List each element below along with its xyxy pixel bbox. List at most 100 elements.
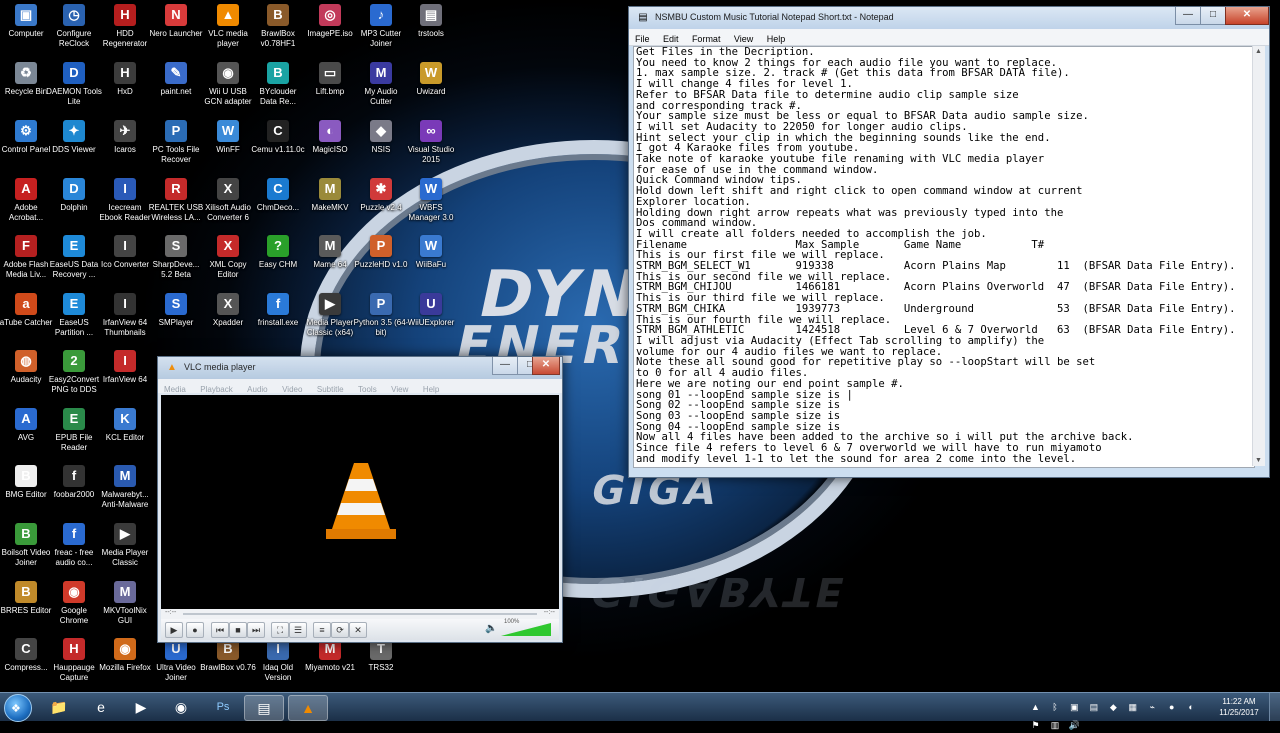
tray-monitor-icon[interactable]: ▤	[1088, 701, 1099, 713]
vlc-window[interactable]: ▲ VLC media player — □ ✕ Media Playback …	[157, 356, 563, 643]
desktop-shortcut[interactable]: S SharpDeve... 5.2 Beta	[148, 231, 204, 287]
network-icon[interactable]: ▥	[1049, 719, 1060, 731]
desktop-shortcut[interactable]: D DAEMON Tools Lite	[46, 58, 102, 114]
desktop-shortcut[interactable]: ✦ DDS Viewer	[46, 116, 102, 172]
desktop-shortcut[interactable]: M Mame 64	[302, 231, 358, 287]
notepad-menu-file[interactable]: File	[635, 31, 650, 47]
loop-icon[interactable]: ⟳	[331, 622, 349, 638]
vlc-titlebar[interactable]: ▲ VLC media player — □ ✕	[158, 357, 562, 379]
desktop-shortcut[interactable]: ◉ Wii U USB GCN adapter	[200, 58, 256, 114]
desktop-shortcut[interactable]: f foobar2000	[46, 461, 102, 517]
record-icon[interactable]: ●	[186, 622, 204, 638]
notepad-vertical-scrollbar[interactable]: ▲ ▼	[1252, 46, 1265, 466]
desktop-shortcut[interactable]: E EPUB File Reader	[46, 404, 102, 460]
vlc-video-area[interactable]	[161, 395, 559, 609]
start-button[interactable]: ❖	[4, 694, 32, 722]
action-center-flag-icon[interactable]: ⚑	[1030, 719, 1041, 731]
explorer-taskbar-icon[interactable]: 📁	[40, 695, 78, 719]
desktop-shortcut[interactable]: I Icecream Ebook Reader	[97, 174, 153, 230]
playlist-icon[interactable]: ≡	[313, 622, 331, 638]
desktop-shortcut[interactable]: C ChmDeco...	[250, 174, 306, 230]
desktop-shortcut[interactable]: P PC Tools File Recover	[148, 116, 204, 172]
notepad-text-content[interactable]: Get Files in the Decription. You need to …	[634, 47, 1254, 464]
vlc-minimize-button[interactable]: —	[492, 357, 518, 375]
desktop-shortcut[interactable]: W Uwizard	[403, 58, 459, 114]
desktop-shortcut[interactable]: X Xpadder	[200, 289, 256, 345]
desktop-shortcut[interactable]: ▶ Media Player Classic	[97, 519, 153, 575]
desktop-shortcut[interactable]: ▭ Lift.bmp	[302, 58, 358, 114]
notepad-menu-help[interactable]: Help	[767, 31, 786, 47]
vlc-seek-track[interactable]	[183, 613, 537, 615]
next-icon[interactable]: ⏭	[247, 622, 265, 638]
show-desktop-button[interactable]	[1269, 693, 1280, 721]
tray-app3-icon[interactable]: ◐	[1186, 701, 1197, 713]
vlc-taskbar-icon[interactable]: ▲	[288, 695, 328, 721]
desktop-shortcut[interactable]: M MKVToolNix GUI	[97, 577, 153, 633]
notepad-titlebar[interactable]: ▤ NSMBU Custom Music Tutorial Notepad Sh…	[629, 7, 1269, 29]
desktop-shortcut[interactable]: P Python 3.5 (64-bit)	[353, 289, 409, 345]
desktop-shortcut[interactable]: M MakeMKV	[302, 174, 358, 230]
desktop-shortcut[interactable]: ▲ VLC media player	[200, 0, 256, 56]
notepad-window[interactable]: ▤ NSMBU Custom Music Tutorial Notepad Sh…	[628, 6, 1270, 478]
desktop-shortcut[interactable]: ◷ Configure ReClock	[46, 0, 102, 56]
notepad-taskbar-icon[interactable]: ▤	[244, 695, 284, 721]
desktop-shortcut[interactable]: N Nero Launcher	[148, 0, 204, 56]
shuffle-icon[interactable]: ✕	[349, 622, 367, 638]
vlc-close-button[interactable]: ✕	[532, 357, 560, 375]
desktop-shortcut[interactable]: ▶ Media Player Classic (x64)	[302, 289, 358, 345]
tray-app-icon[interactable]: ▣	[1069, 701, 1080, 713]
desktop-shortcut[interactable]: U WiiUExplorer	[403, 289, 459, 345]
desktop-shortcut[interactable]: ◉ Mozilla Firefox	[97, 634, 153, 690]
desktop-shortcut[interactable]: 2 Easy2Convert PNG to DDS	[46, 346, 102, 402]
tray-expand-icon[interactable]: ▲	[1030, 701, 1041, 713]
desktop-shortcut[interactable]: X Xilisoft Audio Converter 6	[200, 174, 256, 230]
notepad-menu-view[interactable]: View	[734, 31, 753, 47]
media-taskbar-icon[interactable]: ▶	[122, 695, 160, 719]
desktop-shortcut[interactable]: ✈ Icaros	[97, 116, 153, 172]
desktop-shortcut[interactable]: W WiiBaFu	[403, 231, 459, 287]
chrome-taskbar-icon[interactable]: ◉	[162, 695, 200, 719]
tray-app2-icon[interactable]: ●	[1166, 701, 1177, 713]
extended-settings-icon[interactable]: ☰	[289, 622, 307, 638]
previous-icon[interactable]: ⏮	[211, 622, 229, 638]
desktop-shortcut[interactable]: B BrawlBox v0.78HF1	[250, 0, 306, 56]
desktop-shortcut[interactable]: B BYclouder Data Re...	[250, 58, 306, 114]
desktop-shortcut[interactable]: M My Audio Cutter	[353, 58, 409, 114]
notepad-menu-edit[interactable]: Edit	[663, 31, 679, 47]
notepad-minimize-button[interactable]: —	[1175, 7, 1201, 25]
volume-icon[interactable]: 🔊	[1069, 719, 1080, 731]
notepad-close-button[interactable]: ✕	[1225, 7, 1269, 25]
play-icon[interactable]: ▶	[165, 622, 183, 638]
desktop-shortcut[interactable]: ♪ MP3 Cutter Joiner	[353, 0, 409, 56]
desktop-shortcut[interactable]: K KCL Editor	[97, 404, 153, 460]
desktop-shortcut[interactable]: R REALTEK USB Wireless LA...	[148, 174, 204, 230]
stop-icon[interactable]: ■	[229, 622, 247, 638]
desktop-shortcut[interactable]: W WBFS Manager 3.0	[403, 174, 459, 230]
scroll-down-icon[interactable]: ▼	[1255, 457, 1262, 464]
desktop-shortcut[interactable]: I IrfanView 64	[97, 346, 153, 402]
desktop-shortcut[interactable]: I Ico Converter	[97, 231, 153, 287]
notepad-maximize-button[interactable]: □	[1200, 7, 1226, 25]
vlc-seek-bar[interactable]: --:-- --:--	[161, 609, 559, 619]
desktop-shortcut[interactable]: ▤ trstools	[403, 0, 459, 56]
desktop-shortcut[interactable]: S SMPlayer	[148, 289, 204, 345]
desktop-shortcut[interactable]: W WinFF	[200, 116, 256, 172]
desktop-shortcut[interactable]: ? Easy CHM	[250, 231, 306, 287]
ie-taskbar-icon[interactable]: e	[82, 695, 120, 719]
desktop-shortcut[interactable]: ◆ NSIS	[353, 116, 409, 172]
desktop-shortcut[interactable]: I IrfanView 64 Thumbnails	[97, 289, 153, 345]
desktop-shortcut[interactable]: X XML Copy Editor	[200, 231, 256, 287]
desktop-shortcut[interactable]: ✎ paint.net	[148, 58, 204, 114]
bluetooth-icon[interactable]: ᛒ	[1049, 701, 1060, 713]
desktop-shortcut[interactable]: ◉ Google Chrome	[46, 577, 102, 633]
taskbar-clock[interactable]: 11:22 AM 11/25/2017	[1214, 696, 1264, 718]
desktop-shortcut[interactable]: f frinstall.exe	[250, 289, 306, 345]
desktop-shortcut[interactable]: C Cemu v1.11.0c	[250, 116, 306, 172]
desktop-shortcut[interactable]: H HxD	[97, 58, 153, 114]
desktop-shortcut[interactable]: ∞ Visual Studio 2015	[403, 116, 459, 172]
desktop-shortcut[interactable]: D Dolphin	[46, 174, 102, 230]
desktop-shortcut[interactable]: E EaseUS Partition ...	[46, 289, 102, 345]
desktop-shortcut[interactable]: f freac - free audio co...	[46, 519, 102, 575]
desktop-shortcut[interactable]: ◎ ImagePE.iso	[302, 0, 358, 56]
tray-shield-icon[interactable]: ◆	[1108, 701, 1119, 713]
